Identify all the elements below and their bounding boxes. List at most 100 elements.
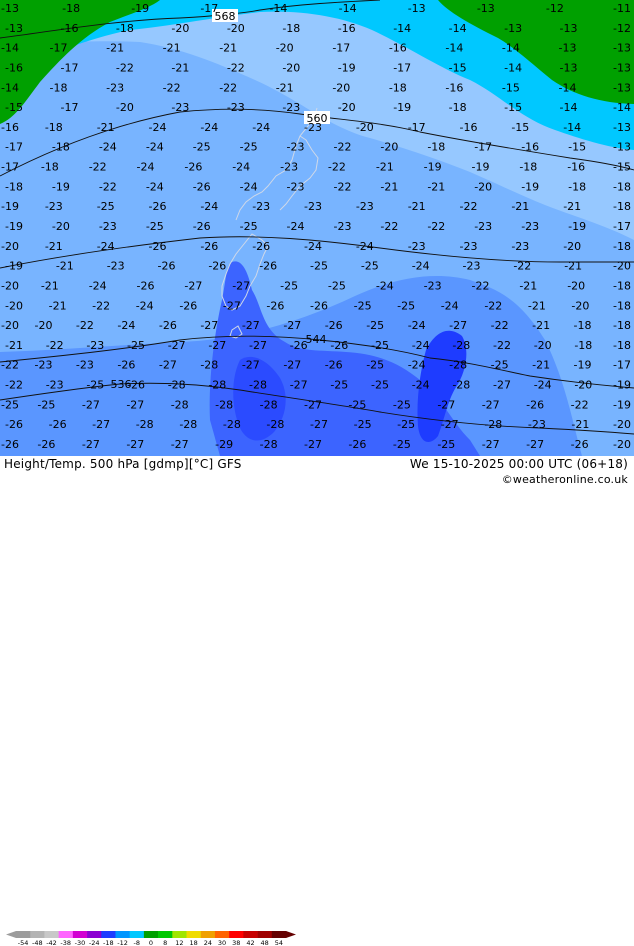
temperature-label: -18 (62, 2, 80, 15)
legend-swatch (172, 931, 187, 938)
temperature-label: -25 (361, 260, 379, 273)
temperature-label: -24 (412, 260, 430, 273)
temperature-label: -25 (348, 398, 366, 411)
temperature-label: -27 (242, 319, 260, 332)
temperature-label: -16 (5, 62, 23, 75)
temperature-label: -21 (45, 240, 63, 253)
temperature-label: -16 (445, 81, 463, 94)
temperature-label: -26 (1, 438, 19, 451)
temperature-label: -27 (304, 398, 322, 411)
temperature-label: -24 (441, 299, 459, 312)
temperature-label: -26 (149, 240, 167, 253)
temperature-label: -19 (568, 220, 586, 233)
temperature-label: -18 (389, 81, 407, 94)
temperature-label: -20 (574, 379, 592, 392)
temperature-label: -17 (393, 62, 411, 75)
legend-tick-label: 0 (149, 939, 153, 946)
legend-tick-label: -8 (134, 939, 140, 946)
temperature-label: -27 (482, 398, 500, 411)
temperature-label: -21 (219, 42, 237, 55)
temperature-label: -19 (472, 161, 490, 174)
temperature-label: -20 (613, 260, 631, 273)
temperature-label: -27 (126, 398, 144, 411)
temperature-label: -21 (532, 359, 550, 372)
legend-tick-label: 42 (246, 939, 254, 946)
temperature-label: -22 (484, 299, 502, 312)
legend-swatch (87, 931, 102, 938)
temperature-label: -21 (528, 299, 546, 312)
temperature-label: -19 (613, 398, 631, 411)
temperature-label: -17 (332, 42, 350, 55)
temperature-label: -26 (325, 319, 343, 332)
temperature-label: -24 (137, 161, 155, 174)
temperature-label: -14 (1, 81, 19, 94)
temperature-label: -26 (127, 379, 145, 392)
temperature-label: -27 (232, 280, 250, 293)
temperature-label: -20 (276, 42, 294, 55)
legend-tick-label: 48 (261, 939, 269, 946)
temperature-label: -17 (1, 161, 19, 174)
legend-swatch (158, 931, 173, 938)
temperature-label: -22 (513, 260, 531, 273)
temperature-label: -13 (560, 22, 578, 35)
temperature-label: -22 (328, 161, 346, 174)
temperature-label: -23 (511, 240, 529, 253)
temperature-label: -26 (137, 280, 155, 293)
valid-time: We 15-10-2025 00:00 UTC (06+18) (409, 457, 628, 471)
temperature-label: -26 (117, 359, 135, 372)
temperature-label: -28 (179, 418, 197, 431)
temperature-label: -26 (179, 299, 197, 312)
temperature-label: -15 (568, 141, 586, 154)
temperature-label: -23 (460, 240, 478, 253)
temperature-label: -26 (310, 299, 328, 312)
temperature-label: -23 (463, 260, 481, 273)
temperature-label: -22 (571, 398, 589, 411)
temperature-label: -26 (571, 438, 589, 451)
temperature-label: -24 (200, 121, 218, 134)
temperature-label: -28 (249, 379, 267, 392)
temperature-label: -25 (240, 141, 258, 154)
temperature-label: -18 (613, 280, 631, 293)
temperature-label: -23 (356, 200, 374, 213)
temperature-label: -18 (41, 161, 59, 174)
legend-swatch (16, 931, 31, 938)
footer: Height/Temp. 500 hPa [gdmp][°C] GFS We 1… (0, 456, 634, 946)
temperature-label: -21 (97, 121, 115, 134)
temperature-label: -20 (356, 121, 374, 134)
legend-tick-label: -18 (103, 939, 114, 946)
temperature-label: -20 (35, 319, 53, 332)
temperature-label: -24 (376, 280, 394, 293)
temperature-label: -20 (613, 418, 631, 431)
temperature-label: -23 (280, 161, 298, 174)
temperature-label: -20 (282, 62, 300, 75)
temperature-label: -20 (1, 240, 19, 253)
legend-tick-label: 18 (189, 939, 197, 946)
temperature-label: -18 (568, 180, 586, 193)
temperature-label: -18 (519, 161, 537, 174)
temperature-label: -17 (613, 220, 631, 233)
temperature-label: -14 (563, 121, 581, 134)
temperature-label: -20 (380, 141, 398, 154)
temperature-label: -25 (240, 220, 258, 233)
temperature-label: -22 (5, 379, 23, 392)
temperature-label: -25 (146, 220, 164, 233)
temperature-label: -19 (613, 379, 631, 392)
temperature-label: -22 (334, 180, 352, 193)
temperature-label: -15 (613, 161, 631, 174)
temperature-label: -21 (564, 260, 582, 273)
temperature-label: -21 (427, 180, 445, 193)
temperature-label: -22 (163, 81, 181, 94)
temperature-label: -26 (5, 418, 23, 431)
temperature-label: -14 (504, 62, 522, 75)
legend-tick-label: 24 (204, 939, 212, 946)
temperature-label: -27 (223, 299, 241, 312)
temperature-label: -21 (49, 299, 67, 312)
temperature-label: -21 (171, 62, 189, 75)
legend-tick-label: -30 (75, 939, 86, 946)
temperature-label: -16 (338, 22, 356, 35)
temperature-label: -28 (452, 379, 470, 392)
temperature-label: -11 (613, 2, 631, 15)
temperature-label: -24 (149, 121, 167, 134)
temperature-label: -25 (393, 398, 411, 411)
temperature-label: -27 (290, 379, 308, 392)
